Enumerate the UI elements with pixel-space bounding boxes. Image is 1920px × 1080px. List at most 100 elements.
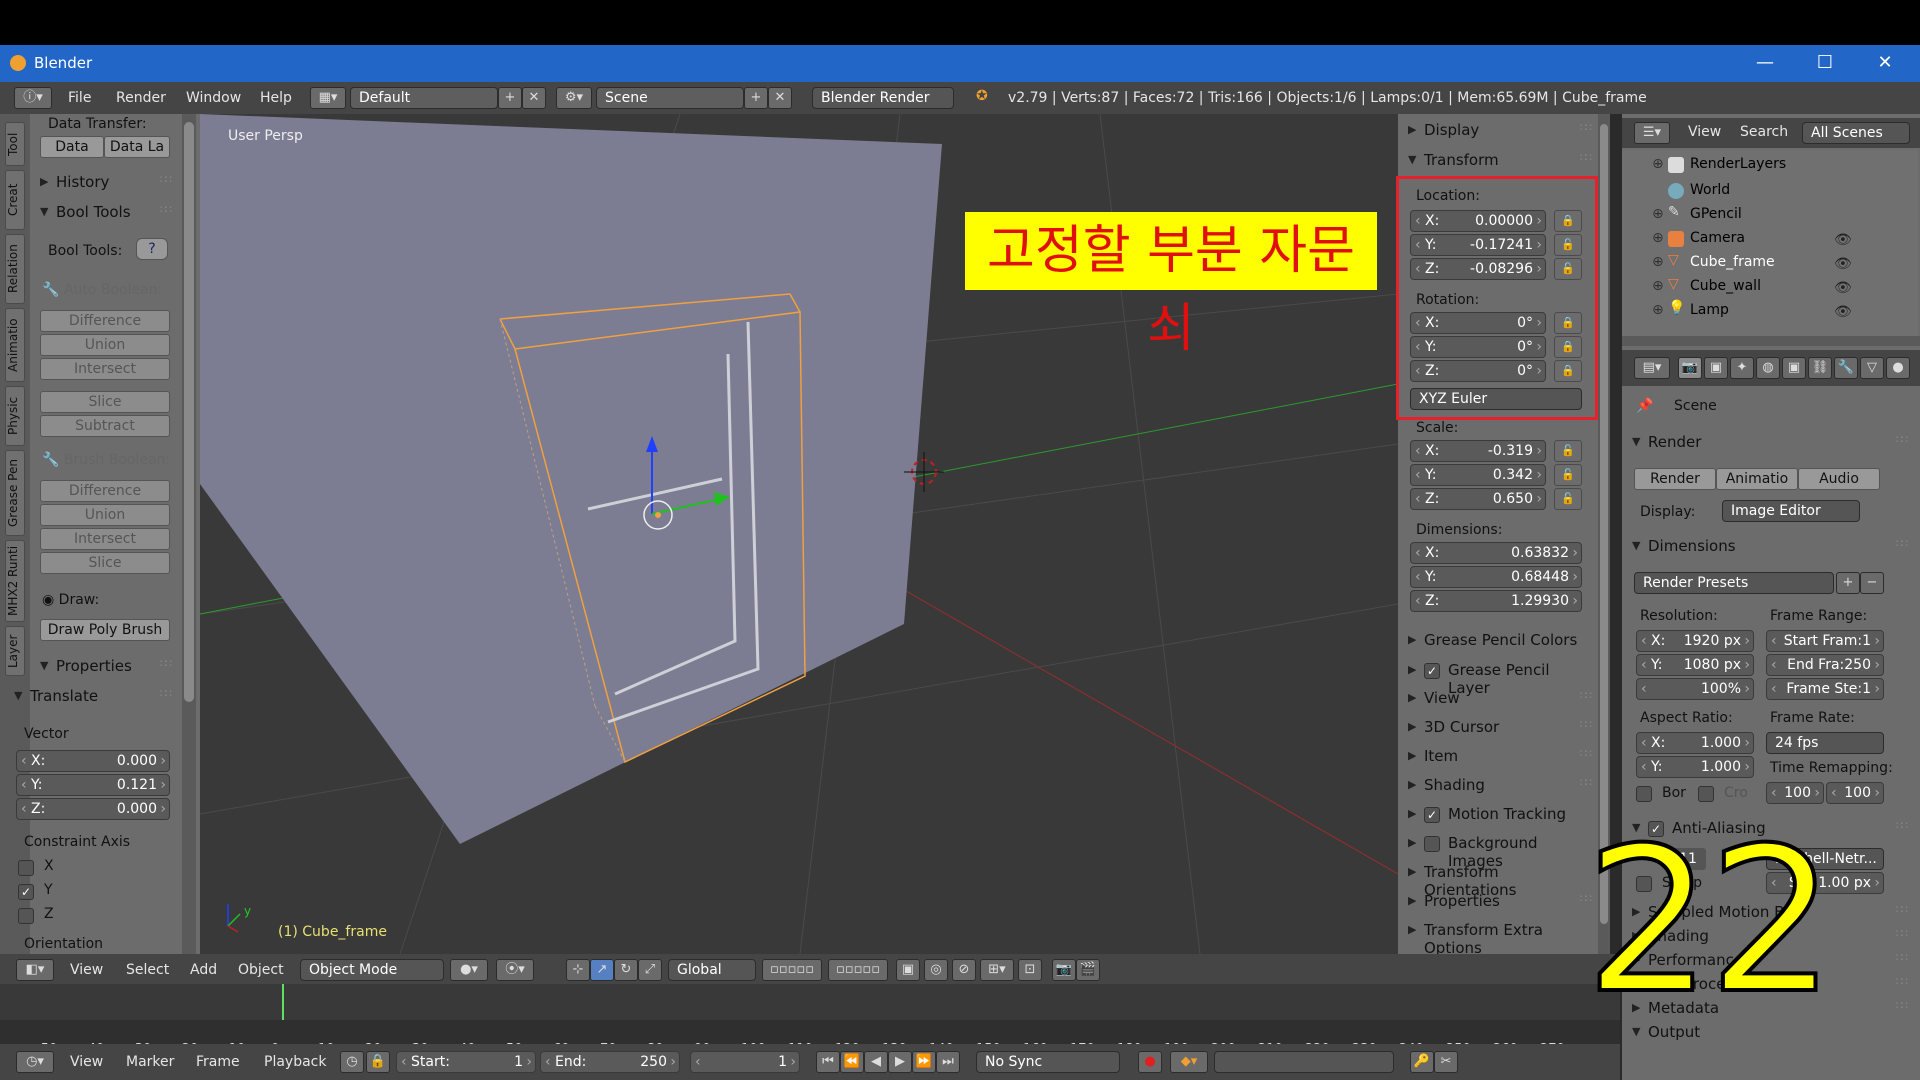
- delete-scene-button[interactable]: ✕: [768, 87, 792, 109]
- lock-icon[interactable]: 🔓: [1554, 440, 1582, 462]
- constraint-y-checkbox[interactable]: ✓: [18, 884, 34, 900]
- clock-icon[interactable]: ◷: [340, 1051, 364, 1073]
- insert-keyframe-icon[interactable]: 🔑: [1410, 1051, 1434, 1073]
- keying-icon[interactable]: ◆▾: [1170, 1051, 1208, 1073]
- tab-create[interactable]: Creat: [5, 170, 25, 230]
- outliner-editor-icon[interactable]: ☰▾: [1634, 122, 1670, 144]
- tab-layer[interactable]: Layer: [5, 626, 25, 676]
- brush-union-button[interactable]: Union: [40, 504, 170, 526]
- eye-icon[interactable]: 👁: [1834, 232, 1852, 248]
- current-frame-field[interactable]: 1: [690, 1051, 800, 1073]
- shading-select-icon[interactable]: ●▾: [450, 959, 488, 981]
- record-icon[interactable]: ●: [1138, 1051, 1162, 1073]
- tab-grease-pencil[interactable]: Grease Pen: [5, 450, 25, 536]
- translate-section[interactable]: ▼ Translate ∷∷: [12, 686, 174, 710]
- constraint-z-checkbox[interactable]: [18, 908, 34, 924]
- lock-icon[interactable]: 🔓: [1554, 488, 1582, 510]
- scene-icon[interactable]: ⚙▾: [556, 87, 592, 109]
- lock-icon[interactable]: 🔓: [1554, 464, 1582, 486]
- properties-section[interactable]: ▼ Properties ∷∷: [38, 656, 174, 680]
- view-menu[interactable]: View: [64, 960, 109, 980]
- close-button[interactable]: ✕: [1862, 49, 1908, 77]
- menu-render[interactable]: Render: [110, 88, 172, 108]
- scale-x-field[interactable]: X: -0.319: [1410, 440, 1546, 462]
- fps-select[interactable]: 24 fps: [1766, 732, 1884, 754]
- draw-poly-brush-button[interactable]: Draw Poly Brush: [40, 619, 170, 641]
- scene-field[interactable]: Scene: [596, 87, 744, 109]
- menu-file[interactable]: File: [62, 88, 97, 108]
- manipulator-toggle-icon[interactable]: ⊹: [566, 959, 590, 981]
- translate-manipulator-icon[interactable]: ↗: [590, 959, 614, 981]
- play-icon[interactable]: ▶: [888, 1051, 912, 1073]
- aspect-x-field[interactable]: X:1.000: [1636, 732, 1754, 754]
- item-section[interactable]: ▶ Item ∷∷: [1406, 746, 1594, 770]
- tab-animation[interactable]: Animatio: [5, 308, 25, 382]
- constraint-x-checkbox[interactable]: [18, 860, 34, 876]
- display-select[interactable]: Image Editor: [1722, 500, 1860, 522]
- lock-layers-icon[interactable]: ▣: [896, 959, 920, 981]
- start-frame-field[interactable]: Start: 1: [396, 1051, 536, 1073]
- add-menu[interactable]: Add: [184, 960, 223, 980]
- res-x-field[interactable]: X:1920 px: [1636, 630, 1754, 652]
- auto-union-button[interactable]: Union: [40, 334, 170, 356]
- brush-slice-button[interactable]: Slice: [40, 552, 170, 574]
- auto-slice-button[interactable]: Slice: [40, 391, 170, 413]
- render-anim-icon[interactable]: 🎬: [1076, 959, 1100, 981]
- add-preset-button[interactable]: +: [1836, 572, 1860, 594]
- dimensions-y-field[interactable]: Y: 0.68448: [1410, 566, 1582, 588]
- pin-icon[interactable]: 📌: [1636, 398, 1653, 414]
- scale-y-field[interactable]: Y: 0.342: [1410, 464, 1546, 486]
- remove-preset-button[interactable]: −: [1860, 572, 1884, 594]
- delete-layout-button[interactable]: ✕: [522, 87, 546, 109]
- outliner-hscroll[interactable]: [1622, 336, 1920, 346]
- snap-target-icon[interactable]: ⊡: [1018, 959, 1042, 981]
- snap-icon[interactable]: ⊘: [952, 959, 976, 981]
- maximize-button[interactable]: ☐: [1802, 49, 1848, 77]
- outliner-search-menu[interactable]: Search: [1740, 124, 1788, 140]
- dimensions-z-field[interactable]: Z: 1.29930: [1410, 590, 1582, 612]
- material-tab-icon[interactable]: ●: [1886, 357, 1910, 379]
- tab-mhx2[interactable]: MHX2 Runti: [5, 540, 25, 622]
- display-section[interactable]: ▶ Display ∷∷: [1406, 120, 1594, 144]
- menu-window[interactable]: Window: [180, 88, 247, 108]
- properties-editor-icon[interactable]: ▤▾: [1634, 357, 1670, 379]
- render-engine-select[interactable]: Blender Render: [812, 87, 954, 109]
- proportional-edit-icon[interactable]: ◎: [924, 959, 948, 981]
- snap-element-icon[interactable]: ⊞▾: [980, 959, 1014, 981]
- outliner-view-menu[interactable]: View: [1688, 124, 1721, 140]
- eye-icon[interactable]: 👁: [1834, 304, 1852, 320]
- data-tab-icon[interactable]: ▽: [1860, 357, 1884, 379]
- auto-subtract-button[interactable]: Subtract: [40, 415, 170, 437]
- frame-end-field[interactable]: End Fra:250: [1766, 654, 1884, 676]
- transform-orientations-section[interactable]: ▶ Transform Orientations: [1406, 862, 1594, 899]
- pivot-select-icon[interactable]: ⦿▾: [496, 959, 534, 981]
- render-tab-icon[interactable]: 📷: [1678, 357, 1702, 379]
- layers-grid-a[interactable]: ▫▫▫▫▫: [762, 959, 822, 981]
- aspect-y-field[interactable]: Y:1.000: [1636, 756, 1754, 778]
- add-layout-button[interactable]: +: [498, 87, 522, 109]
- minimize-button[interactable]: —: [1742, 49, 1788, 77]
- scale-z-field[interactable]: Z: 0.650: [1410, 488, 1546, 510]
- border-checkbox[interactable]: [1636, 786, 1652, 802]
- rotate-manipulator-icon[interactable]: ↻: [614, 959, 638, 981]
- background-images-section[interactable]: ▶ Background Images: [1406, 833, 1594, 870]
- constraints-tab-icon[interactable]: ⛓: [1808, 357, 1832, 379]
- history-section[interactable]: ▶ History ∷∷: [38, 172, 174, 196]
- remap-new-field[interactable]: 100: [1826, 782, 1884, 804]
- modifiers-tab-icon[interactable]: 🔧: [1834, 357, 1858, 379]
- object-menu[interactable]: Object: [232, 960, 290, 980]
- world-tab-icon[interactable]: ◍: [1756, 357, 1780, 379]
- animation-button[interactable]: Animatio: [1716, 468, 1798, 490]
- keying-set-field[interactable]: [1214, 1051, 1394, 1073]
- orientation-select[interactable]: Global: [668, 959, 756, 981]
- timeline-view-menu[interactable]: View: [64, 1052, 109, 1072]
- editor-type-icon[interactable]: ⓘ▾: [14, 87, 52, 109]
- auto-difference-button[interactable]: Difference: [40, 310, 170, 332]
- frame-start-field[interactable]: Start Fram:1: [1766, 630, 1884, 652]
- tab-relation[interactable]: Relation: [5, 234, 25, 304]
- tab-tool[interactable]: Tool: [5, 122, 25, 166]
- npanel-scrollbar-thumb[interactable]: [1600, 124, 1608, 924]
- timeline-editor-icon[interactable]: ◷▾: [16, 1051, 54, 1073]
- crop-checkbox[interactable]: [1698, 786, 1714, 802]
- end-frame-field[interactable]: End: 250: [540, 1051, 680, 1073]
